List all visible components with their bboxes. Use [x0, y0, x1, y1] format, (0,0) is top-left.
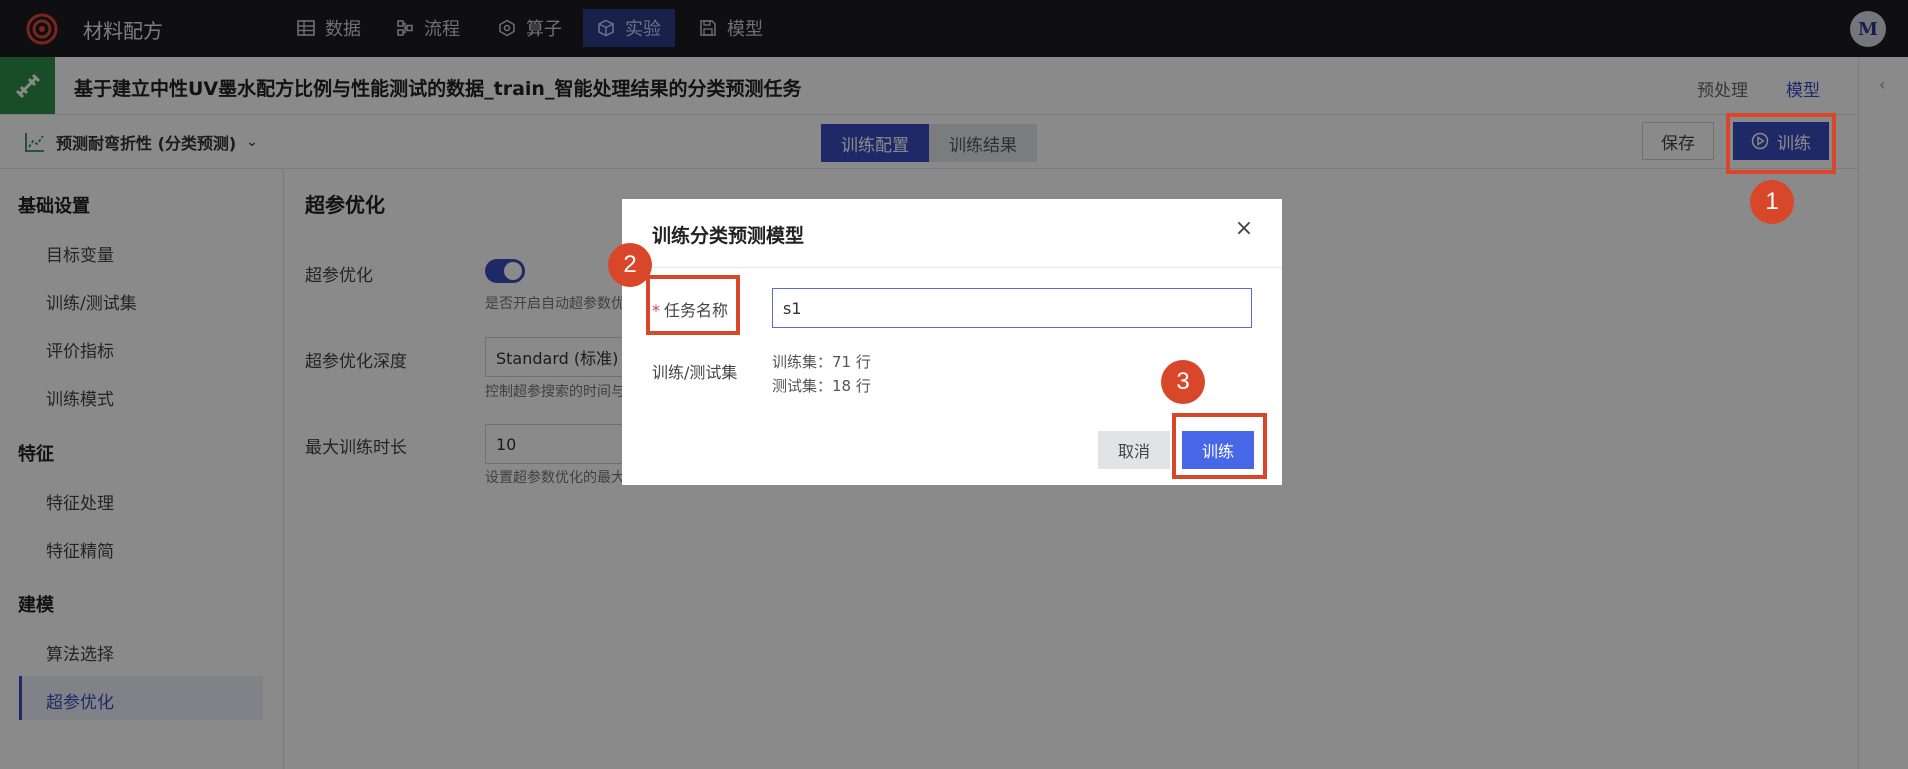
task-name-input[interactable]: s1: [772, 288, 1252, 328]
highlight-box-2: [646, 275, 740, 335]
highlight-box-3: [1172, 413, 1267, 479]
split-label: 训练/测试集: [652, 363, 738, 382]
highlight-box-1: [1726, 113, 1836, 174]
step-badge-2: 2: [608, 243, 652, 287]
cancel-button[interactable]: 取消: [1098, 431, 1170, 469]
step-badge-1: 1: [1750, 180, 1794, 224]
modal-title: 训练分类预测模型: [652, 225, 805, 247]
close-icon[interactable]: ×: [1234, 218, 1254, 240]
train-set-info: 训练集：71 行: [772, 353, 871, 371]
test-set-info: 测试集：18 行: [772, 377, 871, 395]
step-badge-3: 3: [1161, 360, 1205, 404]
modal-divider: [622, 267, 1282, 268]
